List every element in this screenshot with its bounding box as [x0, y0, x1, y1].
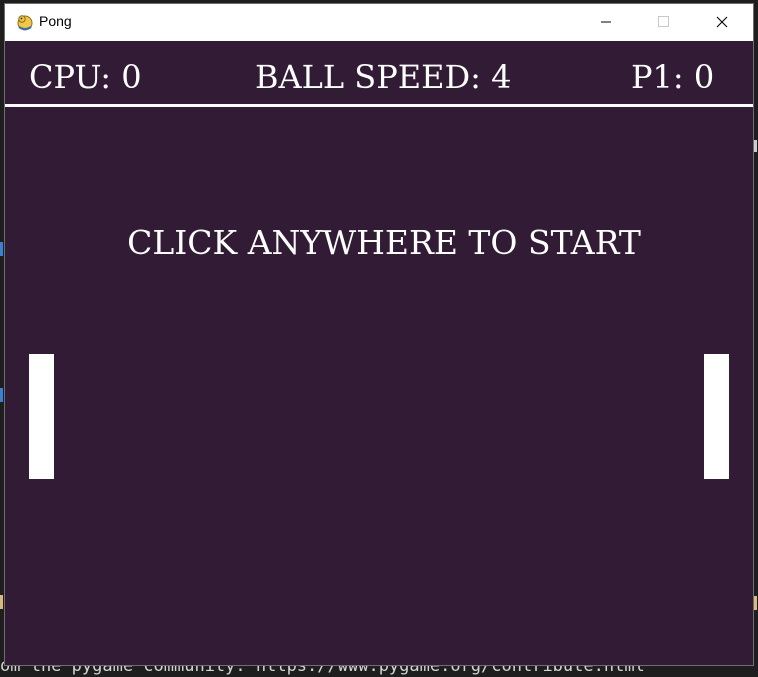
pong-window: Pong CPU: 0 BALL SPEED: 4 P1: 0 CLICK AN… — [4, 3, 754, 666]
window-title: Pong — [39, 13, 72, 29]
title-bar[interactable]: Pong — [5, 4, 753, 41]
close-icon — [716, 13, 728, 32]
minimize-button[interactable] — [583, 4, 629, 41]
editor-marker — [0, 595, 3, 609]
pygame-snake-icon — [15, 12, 35, 32]
player-score: P1: 0 — [631, 58, 715, 96]
background-editor-right — [754, 0, 758, 677]
cpu-paddle — [29, 354, 54, 479]
maximize-button[interactable] — [641, 4, 687, 41]
editor-marker — [0, 242, 3, 256]
start-message: CLICK ANYWHERE TO START — [127, 223, 641, 262]
hud-divider — [5, 104, 753, 107]
minimize-icon — [600, 13, 612, 32]
close-button[interactable] — [699, 4, 745, 41]
editor-marker — [754, 140, 757, 152]
maximize-icon — [658, 13, 670, 32]
editor-marker — [0, 388, 3, 402]
game-canvas[interactable]: CPU: 0 BALL SPEED: 4 P1: 0 CLICK ANYWHER… — [5, 41, 753, 665]
ball-speed: BALL SPEED: 4 — [255, 58, 512, 96]
cpu-score: CPU: 0 — [29, 58, 142, 96]
editor-marker — [754, 596, 757, 610]
player-paddle — [704, 354, 729, 479]
